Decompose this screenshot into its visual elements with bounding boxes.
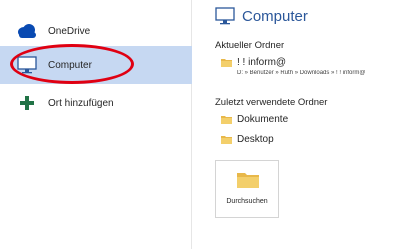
browse-button[interactable]: Durchsuchen (215, 160, 279, 218)
browse-button-label: Durchsuchen (226, 198, 268, 205)
sidebar-item-onedrive[interactable]: OneDrive (0, 12, 192, 50)
current-folder-path: D: » Benutzer » Ruth » Downloads » ! ! i… (237, 70, 366, 76)
folder-icon (237, 173, 259, 188)
monitor-icon (215, 7, 235, 25)
sidebar: OneDrive Computer Ort hinzufügen (0, 0, 192, 249)
current-folder-item[interactable]: ! ! inform@ (221, 57, 286, 68)
main-panel: Computer Aktueller Ordner ! ! inform@ D:… (205, 0, 396, 249)
recent-folders-heading: Zuletzt verwendete Ordner (215, 97, 328, 108)
recent-folder-name: Dokumente (237, 114, 289, 125)
folder-icon (221, 116, 232, 124)
page-title: Computer (242, 7, 308, 25)
folder-icon (221, 59, 232, 67)
page-header: Computer (215, 7, 308, 25)
folder-icon (221, 136, 232, 144)
current-folder-heading: Aktueller Ordner (215, 40, 285, 51)
sidebar-item-add-place[interactable]: Ort hinzufügen (0, 84, 192, 122)
sidebar-item-label: Computer (48, 59, 92, 71)
sidebar-item-computer[interactable]: Computer (0, 46, 192, 84)
monitor-icon (16, 54, 38, 76)
sidebar-item-label: Ort hinzufügen (48, 97, 114, 109)
recent-folder-item[interactable]: Desktop (221, 134, 274, 145)
cloud-icon (16, 20, 38, 42)
plus-icon (16, 92, 38, 114)
sidebar-item-label: OneDrive (48, 25, 91, 37)
recent-folder-name: Desktop (237, 134, 274, 145)
recent-folder-item[interactable]: Dokumente (221, 114, 288, 125)
current-folder-name: ! ! inform@ (237, 57, 287, 68)
